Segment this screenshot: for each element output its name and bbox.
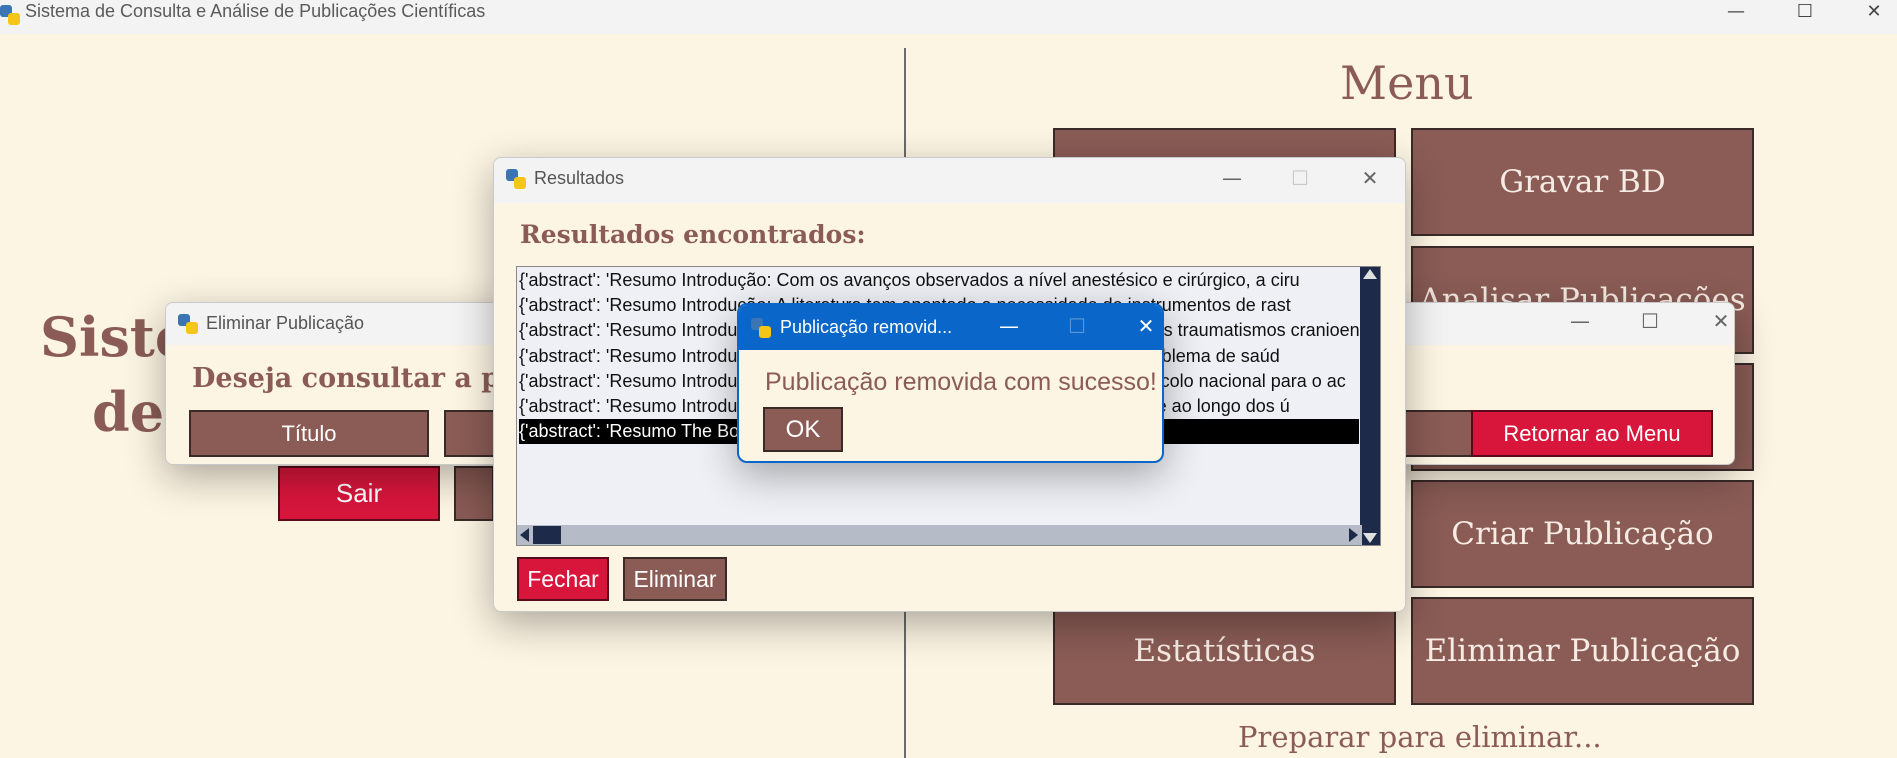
criar-publicacao-button[interactable]: Criar Publicação bbox=[1411, 480, 1754, 588]
retornar-menu-button[interactable]: Retornar ao Menu bbox=[1471, 410, 1713, 457]
eliminar-button[interactable]: Eliminar bbox=[623, 557, 727, 601]
scroll-right-arrow-icon[interactable] bbox=[1349, 528, 1358, 542]
close-icon[interactable]: ✕ bbox=[1350, 166, 1390, 190]
estatisticas-button[interactable]: Estatísticas bbox=[1053, 597, 1396, 705]
dialog-title: Publicação removid... bbox=[780, 317, 953, 337]
python-icon bbox=[178, 314, 198, 334]
minimize-icon[interactable]: — bbox=[989, 314, 1029, 338]
maximize-icon[interactable]: ☐ bbox=[1630, 309, 1670, 333]
footer-status: Preparar para eliminar... bbox=[1238, 720, 1602, 754]
main-big-title-line2: de bbox=[92, 380, 165, 444]
dialog-message: Publicação removida com sucesso! bbox=[765, 368, 1157, 396]
app-title: Sistema de Consulta e Análise de Publica… bbox=[25, 1, 486, 21]
sair-button[interactable]: Sair bbox=[278, 466, 440, 521]
hidden-left-button[interactable] bbox=[454, 466, 494, 521]
maximize-icon: ☐ bbox=[1068, 314, 1086, 338]
minimize-button[interactable]: — bbox=[1706, 0, 1766, 34]
resultados-window-title: Resultados bbox=[534, 168, 625, 188]
ok-button[interactable]: OK bbox=[763, 407, 843, 452]
close-icon[interactable]: ✕ bbox=[1126, 314, 1162, 338]
minimize-icon[interactable]: — bbox=[1560, 309, 1600, 333]
scroll-thumb[interactable] bbox=[533, 526, 561, 544]
python-icon bbox=[506, 169, 526, 189]
minimize-icon[interactable]: — bbox=[1212, 166, 1252, 190]
vertical-scrollbar[interactable] bbox=[1360, 267, 1380, 545]
scroll-down-arrow-icon[interactable] bbox=[1363, 533, 1377, 543]
close-icon[interactable]: ✕ bbox=[1701, 309, 1734, 333]
maximize-icon: ☐ bbox=[1291, 166, 1309, 190]
menu-title: Menu bbox=[1340, 56, 1474, 110]
close-button[interactable]: ✕ bbox=[1844, 0, 1897, 34]
eliminar-window-title: Eliminar Publicação bbox=[206, 313, 365, 333]
python-icon bbox=[0, 5, 20, 25]
horizontal-scrollbar[interactable] bbox=[517, 525, 1362, 545]
list-item[interactable]: {'abstract': 'Resumo Introdução: Com os … bbox=[519, 268, 1359, 293]
scroll-up-arrow-icon[interactable] bbox=[1363, 269, 1377, 279]
success-dialog: Publicação removid... — ☐ ✕ Publicação r… bbox=[737, 303, 1164, 463]
fechar-button[interactable]: Fechar bbox=[517, 557, 609, 601]
titulo-button[interactable]: Título bbox=[189, 410, 429, 457]
app-titlebar: Sistema de Consulta e Análise de Publica… bbox=[0, 0, 1897, 34]
gravar-bd-button[interactable]: Gravar BD bbox=[1411, 128, 1754, 236]
eliminar-publicacao-button[interactable]: Eliminar Publicação bbox=[1411, 597, 1754, 705]
resultados-window-titlebar bbox=[494, 158, 1405, 203]
resultados-heading: Resultados encontrados: bbox=[520, 220, 866, 249]
scroll-left-arrow-icon[interactable] bbox=[520, 528, 529, 542]
python-icon bbox=[751, 318, 771, 338]
maximize-button[interactable]: ☐ bbox=[1775, 0, 1835, 34]
